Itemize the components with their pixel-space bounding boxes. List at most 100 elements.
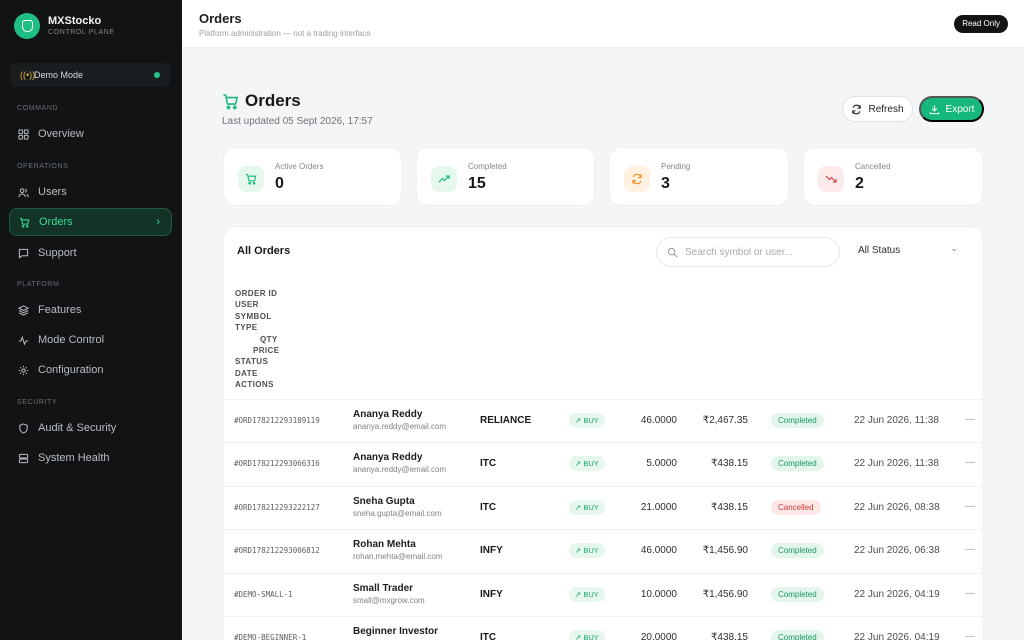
order-user: Small Trader small@mxgrow.com	[353, 583, 425, 605]
order-id: #ORD178212293109119	[234, 416, 320, 425]
refresh-button[interactable]: Refresh	[842, 96, 913, 122]
order-user: Beginner Investor	[353, 626, 438, 639]
order-id: #DEMO-SMALL-1	[234, 589, 293, 599]
order-date: 22 Jun 2026, 06:38	[854, 545, 940, 557]
export-label: Export	[945, 103, 975, 115]
order-type: BUY	[583, 589, 599, 599]
status-filter-select[interactable]: All Status ⌄	[850, 237, 970, 263]
order-user: Ananya Reddy ananya.reddy@email.com	[353, 452, 446, 474]
order-qty: 21.0000	[640, 501, 677, 513]
sidebar-item-audit-security[interactable]: Audit & Security	[9, 414, 172, 442]
gear-icon	[18, 365, 29, 375]
page-scrollbar[interactable]	[1017, 48, 1024, 640]
column-header-type[interactable]: TYPE	[235, 322, 279, 333]
order-qty: 10.0000	[640, 588, 677, 600]
order-date: 22 Jun 2026, 04:19	[854, 588, 940, 600]
order-date: 22 Jun 2026, 11:38	[854, 415, 939, 426]
stat-value: 2	[855, 175, 864, 192]
sidebar-item-label: Overview	[38, 128, 84, 140]
user-name: Beginner Investor	[353, 626, 439, 637]
order-actions[interactable]: —	[965, 588, 975, 599]
order-type-badge: ↗ BUY	[569, 586, 605, 602]
sidebar-item-label: Mode Control	[38, 334, 105, 346]
sidebar-item-configuration[interactable]: Configuration	[9, 356, 172, 384]
top-header: Orders Platform administration — not a t…	[182, 0, 1024, 48]
trending-up-icon	[431, 166, 457, 192]
order-price: ₹2,467.35	[702, 415, 748, 426]
sidebar-item-mode-control[interactable]: Mode Control	[9, 326, 172, 354]
refresh-icon	[624, 166, 650, 192]
sidebar-item-label: Users	[38, 186, 67, 198]
order-id: #ORD178212293066316	[234, 459, 320, 469]
user-name: Ananya Reddy	[353, 409, 423, 420]
column-header-price[interactable]: PRICE	[235, 345, 279, 356]
order-price: ₹438.15	[711, 632, 748, 640]
order-actions[interactable]: —	[965, 501, 975, 512]
column-header-status[interactable]: STATUS	[235, 356, 279, 367]
user-email: ananya.reddy@email.com	[353, 465, 447, 475]
order-symbol: ITC	[480, 458, 497, 470]
user-name: Sneha Gupta	[353, 495, 415, 507]
chevron-right-icon: ›	[156, 216, 160, 228]
stat-label: Active Orders	[275, 162, 324, 171]
export-button[interactable]: Export	[919, 96, 984, 122]
server-icon	[18, 453, 29, 463]
table-row[interactable]: #ORD178212293222127 Sneha Gupta sneha.gupt…	[224, 485, 982, 529]
cart-icon	[238, 166, 264, 192]
table-row[interactable]: #ORD178212293006812 Rohan Mehta rohan.meht…	[224, 529, 982, 572]
sidebar-item-orders[interactable]: Orders ›	[9, 208, 172, 236]
status-badge: Cancelled	[771, 499, 821, 515]
order-user: Ananya Reddy ananya.reddy@email.com	[353, 409, 446, 431]
stat-value: 15	[468, 175, 486, 192]
sidebar-item-overview[interactable]: Overview	[9, 120, 172, 148]
table-row[interactable]: #ORD178212293066316 Ananya Reddy ananya.re…	[224, 442, 982, 485]
layers-icon	[18, 304, 29, 316]
order-symbol: RELIANCE	[480, 415, 532, 426]
header-title: Orders	[199, 11, 242, 26]
order-actions[interactable]: —	[965, 457, 975, 468]
status-badge: Completed	[771, 413, 824, 428]
refresh-label: Refresh	[868, 103, 904, 115]
column-header-date[interactable]: DATE	[235, 368, 279, 379]
section-security: SECURITY	[17, 399, 58, 406]
column-header-qty[interactable]: QTY	[235, 334, 279, 345]
order-type: BUY	[583, 546, 599, 556]
order-actions[interactable]: —	[965, 414, 975, 425]
section-command: COMMAND	[17, 105, 59, 112]
search-input[interactable]	[685, 246, 825, 258]
order-actions[interactable]: —	[965, 544, 975, 555]
sidebar-item-users[interactable]: Users	[9, 178, 172, 206]
mode-status-dot	[154, 72, 160, 78]
table-row[interactable]: #ORD178212293109119 Ananya Reddy ananya.re…	[224, 399, 982, 442]
order-type: BUY	[583, 416, 599, 425]
order-qty: 46.0000	[640, 545, 677, 557]
stat-value: 3	[661, 175, 670, 192]
read-only-badge: Read Only	[954, 15, 1008, 33]
signal-icon: ((•))	[20, 70, 36, 80]
mode-indicator[interactable]: ((•)) Demo Mode	[10, 63, 170, 87]
order-actions[interactable]: —	[965, 631, 975, 640]
table-title: All Orders	[237, 245, 291, 257]
status-badge: Completed	[771, 630, 824, 640]
order-user: Rohan Mehta rohan.mehta@email.com	[353, 539, 443, 561]
column-header-user[interactable]: USER	[235, 299, 279, 310]
stat-card-cancelled: Cancelled 2	[803, 147, 983, 206]
search-box[interactable]	[656, 237, 840, 267]
sidebar-item-support[interactable]: Support	[9, 239, 172, 267]
table-row[interactable]: #DEMO-BEGINNER-1 Beginner Investor ITC ↗ BU…	[224, 616, 982, 640]
order-type-badge: ↗ BUY	[569, 413, 605, 428]
sidebar-item-system-health[interactable]: System Health	[9, 444, 172, 472]
table-row[interactable]: #DEMO-SMALL-1 Small Trader small@mxgrow.co…	[224, 572, 982, 616]
cart-icon	[223, 93, 239, 109]
order-symbol: ITC	[480, 501, 497, 513]
column-header-symbol[interactable]: SYMBOL	[235, 311, 279, 322]
brand[interactable]: MXStocko CONTROL PLANE	[14, 13, 115, 39]
status-filter-value: All Status	[858, 244, 901, 256]
stat-label: Pending	[661, 162, 691, 171]
sidebar-item-features[interactable]: Features	[9, 296, 172, 324]
column-header-order-id[interactable]: ORDER ID	[235, 288, 279, 299]
user-email: rohan.mehta@email.com	[353, 552, 443, 562]
stat-label: Completed	[468, 162, 507, 171]
section-platform: PLATFORM	[17, 281, 60, 288]
sidebar-item-label: Support	[38, 247, 77, 259]
